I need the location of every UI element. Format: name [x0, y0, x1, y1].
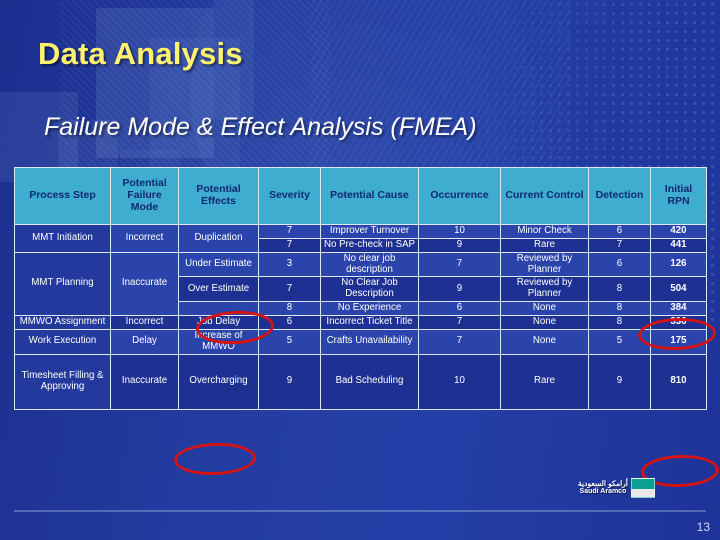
cell-occurrence: 7	[418, 251, 501, 278]
cell-rpn: 810	[650, 353, 707, 410]
cell-cause: Bad Scheduling	[320, 353, 419, 410]
slide-title: Data Analysis	[38, 36, 243, 71]
cell-detection: 6	[588, 251, 651, 278]
slide-number: 13	[696, 520, 710, 534]
logo-arabic-text: أرامكو السعودية	[578, 478, 628, 488]
table-row: MMWO Assignment Incorrect Job Delay 6 In…	[14, 315, 707, 330]
cell-cause: Crafts Unavailability	[320, 328, 419, 355]
cell-occurrence: 7	[418, 328, 501, 355]
cell-detection: 9	[588, 353, 651, 410]
cell-severity: 5	[258, 328, 321, 355]
cell-occurrence: 6	[418, 301, 501, 317]
cell-severity: 6	[258, 315, 321, 330]
table-header-row: Process Step Potential Failure Mode Pote…	[14, 167, 707, 225]
table-row: MMT Planning Inaccurate Under Estimate 3…	[14, 251, 707, 317]
cell-control: Reviewed by Planner	[500, 251, 589, 278]
cell-rpn: 441	[650, 237, 707, 253]
footer-divider	[14, 510, 706, 512]
cell-detection: 8	[588, 301, 651, 317]
cell-rpn: 384	[650, 301, 707, 317]
cell-rpn: 504	[650, 276, 707, 303]
cell-cause: No Clear Job Description	[320, 276, 419, 303]
cell-control: Rare	[500, 353, 589, 410]
cell-cause: Incorrect Ticket Title	[320, 315, 419, 330]
cell-occurrence: 9	[418, 276, 501, 303]
column-header-current-control: Current Control	[500, 167, 589, 225]
cell-failure-mode: Incorrect	[110, 315, 179, 330]
table-row: Work Execution Delay Increase of MMWO 5 …	[14, 328, 707, 355]
cell-effects: Increase of MMWO	[178, 328, 259, 355]
cell-occurrence: 10	[418, 224, 501, 239]
cell-failure-mode: Inaccurate	[110, 353, 179, 410]
cell-severity: 3	[258, 251, 321, 278]
cell-severity: 7	[258, 224, 321, 239]
cell-occurrence: 7	[418, 315, 501, 330]
column-header-detection: Detection	[588, 167, 651, 225]
cell-failure-mode: Delay	[110, 328, 179, 355]
cell-process-step: MMT Initiation	[14, 224, 111, 253]
aramco-emblem-icon	[630, 478, 655, 498]
cell-process-step: Timesheet Filling & Approving	[14, 353, 111, 410]
column-header-potential-failure-mode: Potential Failure Mode	[110, 167, 179, 225]
cell-failure-mode: Inaccurate	[110, 251, 179, 317]
cell-occurrence: 9	[418, 237, 501, 253]
cell-severity: 7	[258, 276, 321, 303]
fmea-table: Process Step Potential Failure Mode Pote…	[14, 167, 707, 410]
column-header-occurrence: Occurrence	[418, 167, 501, 225]
cell-effects: Overcharging	[178, 353, 259, 410]
cell-severity: 7	[258, 237, 321, 253]
cell-control: Reviewed by Planner	[500, 276, 589, 303]
slide-subtitle: Failure Mode & Effect Analysis (FMEA)	[44, 113, 477, 141]
column-header-potential-effects: Potential Effects	[178, 167, 259, 225]
logo-english-text: Saudi Aramco	[579, 488, 627, 496]
cell-failure-mode: Incorrect	[110, 224, 179, 253]
cell-process-step: Work Execution	[14, 328, 111, 355]
slide-canvas: Data Analysis Failure Mode & Effect Anal…	[0, 0, 720, 540]
column-header-severity: Severity	[258, 167, 321, 225]
cell-occurrence: 10	[418, 353, 501, 410]
cell-effects: Over Estimate	[178, 276, 259, 303]
cell-cause: No clear job description	[320, 251, 419, 278]
cell-effects: Duplication	[178, 224, 259, 253]
cell-rpn: 126	[650, 251, 707, 278]
highlight-ellipse-increase-of-mmwo	[173, 441, 257, 477]
cell-detection: 5	[588, 328, 651, 355]
cell-rpn: 420	[650, 224, 707, 239]
cell-control: None	[500, 328, 589, 355]
table-row: Timesheet Filling & Approving Inaccurate…	[14, 353, 707, 410]
cell-effects: Job Delay	[178, 315, 259, 330]
cell-rpn: 175	[650, 328, 707, 355]
cell-cause: No Pre-check in SAP	[320, 237, 419, 253]
cell-severity: 8	[258, 301, 321, 317]
cell-process-step: MMT Planning	[14, 251, 111, 317]
cell-rpn: 336	[650, 315, 707, 330]
cell-detection: 6	[588, 224, 651, 239]
cell-control: None	[500, 301, 589, 317]
cell-detection: 7	[588, 237, 651, 253]
saudi-aramco-logo: أرامكو السعودية Saudi Aramco	[578, 478, 655, 498]
cell-control: Minor Check	[500, 224, 589, 239]
cell-control: Rare	[500, 237, 589, 253]
cell-control: None	[500, 315, 589, 330]
column-header-initial-rpn: Initial RPN	[650, 167, 707, 225]
fmea-table-container: Process Step Potential Failure Mode Pote…	[14, 167, 707, 410]
column-header-process-step: Process Step	[14, 167, 111, 225]
cell-detection: 8	[588, 276, 651, 303]
cell-effects: Under Estimate	[178, 251, 259, 278]
cell-severity: 9	[258, 353, 321, 410]
table-row: MMT Initiation Incorrect Duplication 7 I…	[14, 224, 707, 253]
cell-cause: Improver Turnover	[320, 224, 419, 239]
cell-process-step: MMWO Assignment	[14, 315, 111, 330]
column-header-potential-cause: Potential Cause	[320, 167, 419, 225]
cell-cause: No Experience	[320, 301, 419, 317]
cell-detection: 8	[588, 315, 651, 330]
cell-effects	[178, 301, 259, 317]
